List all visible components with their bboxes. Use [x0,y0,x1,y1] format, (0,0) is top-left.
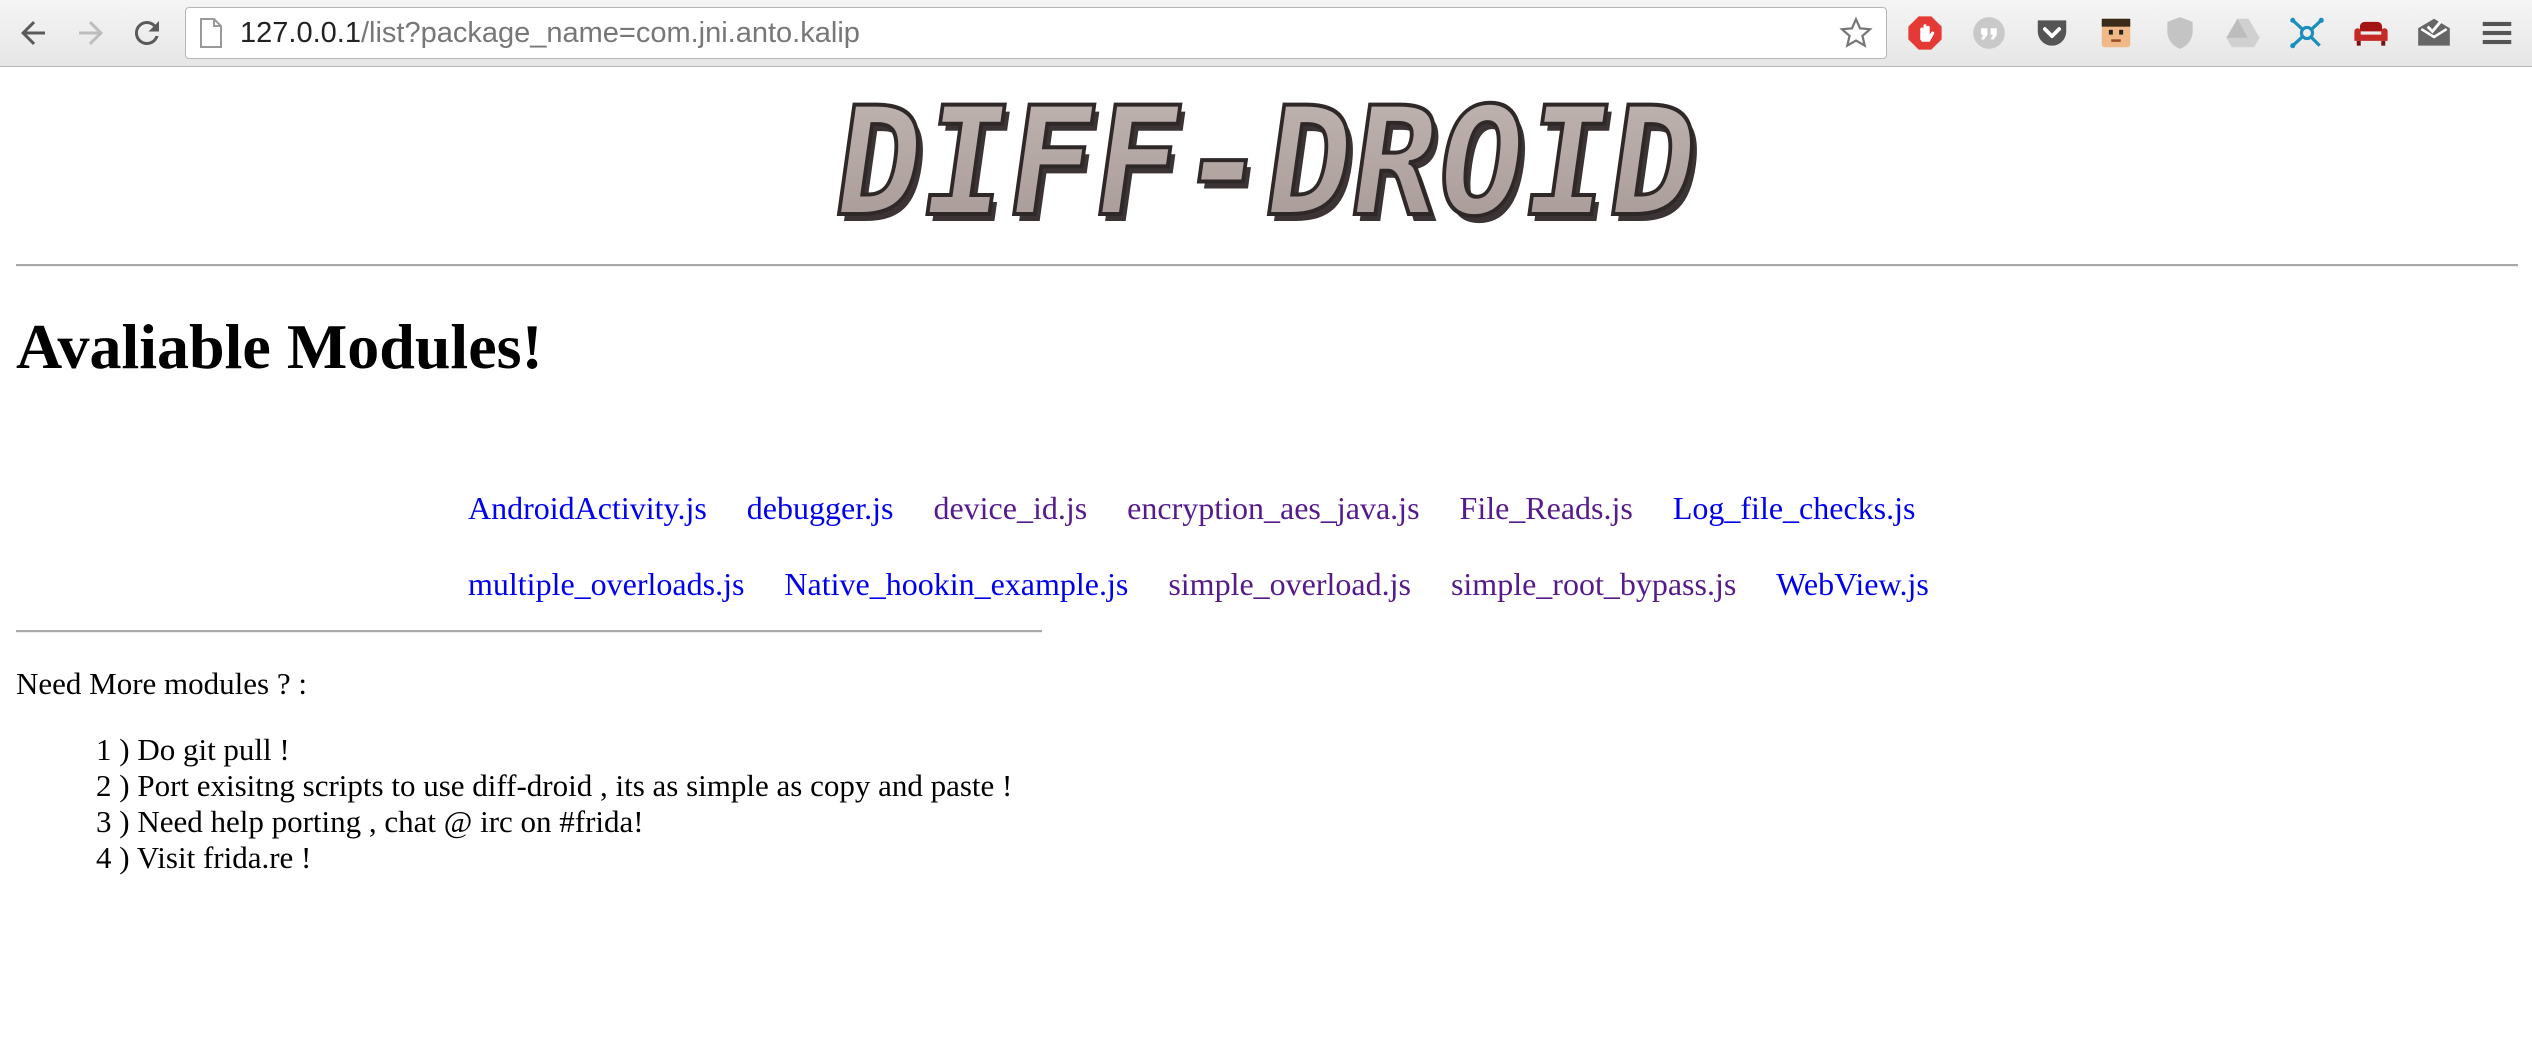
module-row: multiple_overloads.js Native_hookin_exam… [468,546,2068,622]
module-link-native-hookin-example[interactable]: Native_hookin_example.js [784,546,1128,622]
module-link-webview[interactable]: WebView.js [1776,546,1929,622]
module-link-encryption-aes-java[interactable]: encryption_aes_java.js [1127,470,1419,546]
back-button[interactable] [10,10,56,56]
adblock-extension[interactable] [1906,14,1944,52]
module-link-device-id[interactable]: device_id.js [933,470,1087,546]
module-link-log-file-checks[interactable]: Log_file_checks.js [1673,470,1916,546]
forward-button[interactable] [68,10,114,56]
instruction-step: 3 ) Need help porting , chat @ irc on #f… [96,804,644,839]
page-icon [200,18,222,48]
module-list: AndroidActivity.js debugger.js device_id… [468,470,2068,622]
couch-extension[interactable] [2352,14,2390,52]
network-icon [2290,17,2324,49]
shield-extension[interactable] [2161,14,2199,52]
pocket-icon [2037,20,2067,46]
divider-top [16,264,2518,267]
adblock-icon [1908,16,1942,50]
svg-text:DIFF-DROID: DIFF-DROID [824,86,1709,234]
instruction-step: 2 ) Port exisitng scripts to use diff-dr… [96,768,1013,803]
face-icon [2101,18,2131,48]
address-bar[interactable]: 127.0.0.1/list?package_name=com.jni.anto… [185,7,1887,59]
module-link-multiple-overloads[interactable]: multiple_overloads.js [468,546,744,622]
network-extension[interactable] [2288,14,2326,52]
need-more-heading: Need More modules ? : [16,666,307,701]
module-row: AndroidActivity.js debugger.js device_id… [468,470,2068,546]
module-link-file-reads[interactable]: File_Reads.js [1460,470,1633,546]
hamburger-menu-icon [2482,21,2512,45]
quote-extension[interactable] [1970,14,2008,52]
mail-icon [2418,18,2450,46]
quote-icon [1973,17,2005,49]
bookmark-star-icon[interactable] [1838,15,1874,51]
reload-icon [134,20,159,45]
module-link-androidactivity[interactable]: AndroidActivity.js [468,470,707,546]
url-host: 127.0.0.1 [240,17,361,49]
browser-toolbar: 127.0.0.1/list?package_name=com.jni.anto… [0,0,2532,67]
shield-icon [2167,17,2193,49]
arrow-left-icon [21,21,45,45]
module-link-simple-root-bypass[interactable]: simple_root_bypass.js [1451,546,1736,622]
reload-button[interactable] [124,10,170,56]
mail-extension[interactable] [2415,14,2453,52]
module-link-simple-overload[interactable]: simple_overload.js [1168,546,1411,622]
arrow-right-icon [79,21,103,45]
chrome-menu-button[interactable] [2478,14,2516,52]
face-extension[interactable] [2097,14,2135,52]
pocket-extension[interactable] [2033,14,2071,52]
drive-icon [2226,18,2260,48]
divider-middle [16,630,1042,633]
module-link-debugger[interactable]: debugger.js [747,470,894,546]
instruction-step: 4 ) Visit frida.re ! [96,840,312,875]
url-path: /list?package_name=com.jni.anto.kalip [360,17,860,49]
diff-droid-logo: DIFF-DROID DIFF-DROID [815,86,1720,234]
instruction-step: 1 ) Do git pull ! [96,732,290,767]
instructions-list: 1 ) Do git pull ! 2 ) Port exisitng scri… [96,732,1012,876]
page-title: Avaliable Modules! [16,311,543,382]
logo-image: DIFF-DROID DIFF-DROID [822,86,1714,234]
couch-icon [2354,21,2388,46]
drive-extension[interactable] [2224,14,2262,52]
url-text[interactable]: 127.0.0.1/list?package_name=com.jni.anto… [240,8,860,58]
